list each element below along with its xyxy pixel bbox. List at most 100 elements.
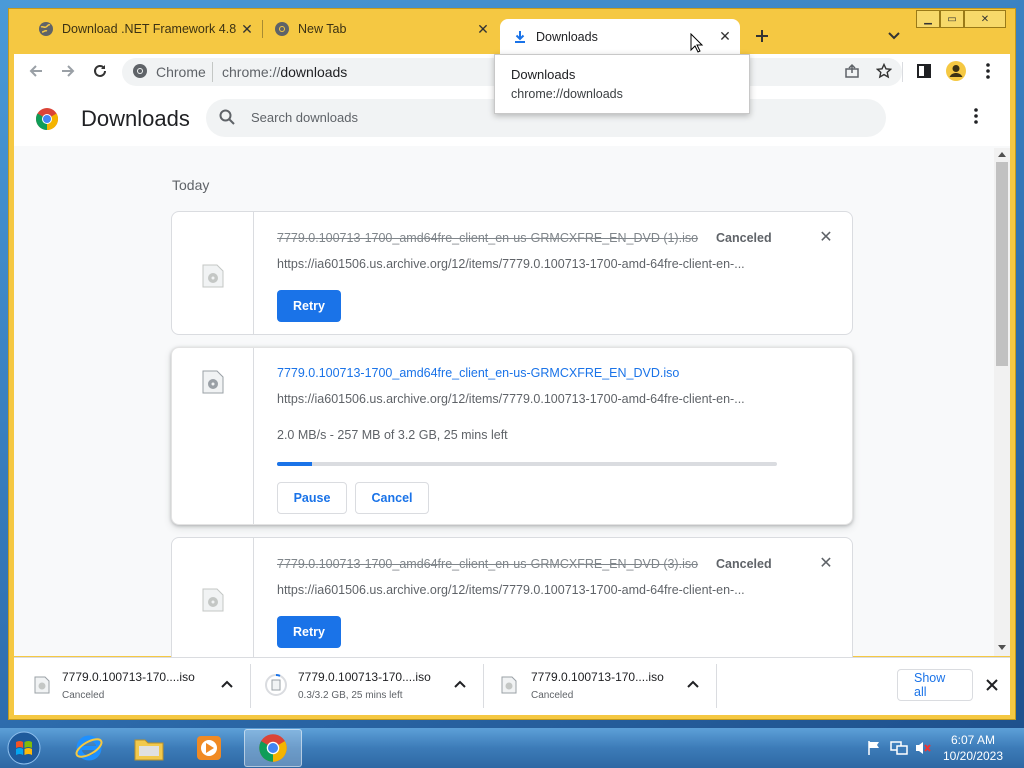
taskbar-media-player[interactable] [180, 729, 238, 767]
tab-close-icon[interactable]: ✕ [716, 28, 734, 46]
reload-icon [94, 64, 106, 77]
back-button[interactable] [24, 59, 48, 83]
more-vert-icon [974, 108, 978, 124]
retry-button[interactable]: Retry [277, 616, 341, 648]
shelf-item-name: 7779.0.100713-170....iso [531, 670, 664, 684]
taskbar-ie[interactable] [60, 729, 118, 767]
omnibox-site-label: Chrome [156, 64, 206, 80]
remove-close-icon[interactable]: ✕ [818, 230, 834, 246]
internet-explorer-icon [75, 735, 103, 761]
omnibox-divider [212, 62, 213, 82]
shelf-item-status: Canceled [62, 690, 105, 701]
clock-time: 6:07 AM [950, 733, 996, 747]
tab-title: Download .NET Framework 4.8 O [62, 22, 238, 36]
file-name: 7779.0.100713-1700_amd64fre_client_en-us… [277, 231, 699, 245]
maximize-button[interactable]: ▭ [940, 10, 964, 28]
omnibox-url-prefix: chrome:// [222, 64, 281, 80]
cancel-button[interactable]: Cancel [355, 482, 429, 514]
system-clock[interactable]: 6:07 AM 10/20/2023 [930, 732, 1016, 764]
window-close-button[interactable]: ✕ [964, 10, 1006, 28]
chrome-menu-button[interactable] [976, 59, 1000, 83]
file-name: 7779.0.100713-1700_amd64fre_client_en-us… [277, 557, 699, 571]
chrome-site-icon [132, 63, 148, 79]
profile-button[interactable] [944, 59, 968, 83]
download-card: 7779.0.100713-1700_amd64fre_client_en-us… [171, 537, 853, 677]
share-button[interactable] [840, 59, 864, 83]
file-icon [34, 676, 50, 694]
action-center-flag-icon[interactable] [866, 740, 882, 756]
bookmark-button[interactable] [872, 59, 896, 83]
more-vert-icon [986, 63, 990, 79]
tab-search-button[interactable] [882, 24, 906, 48]
shelf-item[interactable]: 7779.0.100713-170....iso 0.3/3.2 GB, 25 … [250, 660, 482, 710]
star-icon [876, 63, 892, 79]
chevron-up-icon[interactable] [452, 676, 468, 692]
tab-new-tab[interactable]: New Tab ✕ [262, 12, 498, 46]
scroll-up-arrow-icon[interactable] [997, 150, 1007, 160]
status-badge: Canceled [716, 557, 772, 571]
search-placeholder: Search downloads [251, 110, 358, 125]
chevron-up-icon[interactable] [219, 676, 235, 692]
retry-button[interactable]: Retry [277, 290, 341, 322]
shelf-item-name: 7779.0.100713-170....iso [298, 670, 431, 684]
tab-title: Downloads [536, 29, 598, 44]
scroll-down-arrow-icon[interactable] [997, 644, 1007, 654]
shelf-item[interactable]: 7779.0.100713-170....iso Canceled [14, 660, 250, 710]
taskbar-chrome[interactable] [244, 729, 302, 767]
windows-start-orb-icon [7, 731, 41, 765]
remove-close-icon[interactable]: ✕ [818, 556, 834, 572]
tab-dotnet-framework[interactable]: Download .NET Framework 4.8 O ✕ [26, 12, 262, 46]
mouse-cursor-icon [690, 33, 704, 53]
scrollbar-thumb[interactable] [996, 162, 1008, 366]
search-icon [219, 109, 235, 125]
progress-text: 2.0 MB/s - 257 MB of 3.2 GB, 25 mins lef… [277, 428, 508, 442]
shelf-item[interactable]: 7779.0.100713-170....iso Canceled [483, 660, 715, 710]
side-panel-button[interactable] [912, 59, 936, 83]
tab-downloads[interactable]: Downloads ✕ [500, 19, 740, 54]
minimize-button[interactable]: ▁ [916, 10, 940, 28]
progress-bar [277, 462, 777, 466]
taskbar-explorer[interactable] [120, 729, 178, 767]
shelf-close-icon[interactable] [985, 678, 999, 692]
section-label-today: Today [172, 177, 210, 193]
tab-close-icon[interactable]: ✕ [474, 20, 492, 38]
forward-button[interactable] [56, 59, 80, 83]
media-player-icon [197, 736, 221, 760]
page-title: Downloads [81, 106, 190, 131]
file-icon [202, 264, 224, 288]
file-url[interactable]: https://ia601506.us.archive.org/12/items… [277, 257, 745, 271]
shelf-item-name: 7779.0.100713-170....iso [62, 670, 195, 684]
file-icon [202, 588, 224, 612]
file-icon [202, 370, 224, 394]
arrow-left-icon [29, 65, 42, 77]
omnibox-url-main: downloads [280, 64, 348, 80]
clock-date: 10/20/2023 [942, 749, 1004, 763]
avatar-icon [946, 61, 966, 81]
chevron-up-icon[interactable] [685, 676, 701, 692]
window-controls: ▁ ▭ ✕ [916, 10, 1024, 28]
download-card: 7779.0.100713-1700_amd64fre_client_en-us… [171, 211, 853, 335]
page-menu-button[interactable] [968, 108, 984, 128]
shelf-divider [716, 664, 717, 708]
start-button[interactable] [0, 729, 48, 767]
network-icon[interactable] [890, 740, 908, 756]
show-all-button[interactable]: Show all [897, 669, 973, 701]
side-panel-icon [917, 64, 931, 78]
file-name-link[interactable]: 7779.0.100713-1700_amd64fre_client_en-us… [277, 366, 679, 380]
omnibox-url: chrome://downloads [222, 64, 347, 80]
tab-close-icon[interactable]: ✕ [238, 20, 256, 38]
file-icon [501, 676, 517, 694]
pause-button[interactable]: Pause [277, 482, 347, 514]
progress-ring-icon [265, 673, 287, 696]
plus-icon [756, 30, 768, 42]
file-url[interactable]: https://ia601506.us.archive.org/12/items… [277, 392, 745, 406]
share-icon [845, 63, 859, 78]
reload-button[interactable] [88, 59, 112, 83]
new-tab-button[interactable] [750, 24, 774, 48]
download-icon [512, 29, 528, 45]
file-url[interactable]: https://ia601506.us.archive.org/12/items… [277, 583, 745, 597]
globe-icon [38, 21, 54, 37]
chevron-down-icon [888, 32, 900, 40]
hover-card-title: Downloads [511, 67, 576, 82]
shelf-item-status: Canceled [531, 690, 574, 701]
